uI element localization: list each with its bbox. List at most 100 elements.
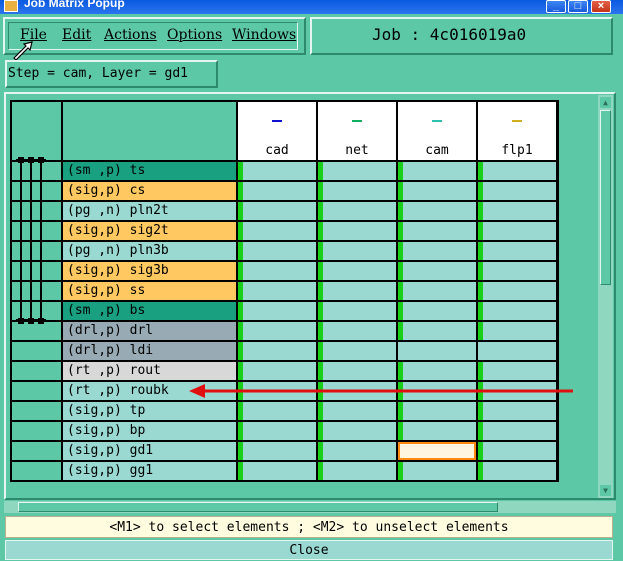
matrix-cell[interactable] <box>478 322 556 340</box>
layer-exists-mark <box>478 202 483 220</box>
window-close-button[interactable]: × <box>591 0 611 13</box>
matrix-cell[interactable] <box>238 362 316 380</box>
maximize-button[interactable]: □ <box>568 0 588 13</box>
matrix-cell[interactable] <box>398 302 476 320</box>
status-hint: <M1> to select elements ; <M2> to unsele… <box>5 516 613 538</box>
matrix-cell[interactable] <box>318 242 396 260</box>
layer-exists-mark <box>318 202 323 220</box>
menu-windows[interactable]: Windows <box>232 27 296 43</box>
row-tree-cell <box>12 442 61 460</box>
layer-exists-mark <box>398 422 403 440</box>
matrix-cell[interactable] <box>318 262 396 280</box>
matrix-cell[interactable] <box>478 202 556 220</box>
matrix-cell[interactable] <box>238 302 316 320</box>
matrix-cell[interactable] <box>318 282 396 300</box>
matrix-cell[interactable] <box>398 262 476 280</box>
matrix-cell[interactable] <box>238 202 316 220</box>
scroll-up-icon[interactable]: ▲ <box>600 97 611 108</box>
matrix-cell[interactable] <box>318 462 396 480</box>
matrix-cell[interactable] <box>398 462 476 480</box>
layer-row-label[interactable]: (sig,p) cs <box>63 182 236 200</box>
matrix-cell[interactable] <box>238 222 316 240</box>
menu-edit[interactable]: Edit <box>62 27 91 43</box>
matrix-cell[interactable] <box>238 342 316 360</box>
scroll-down-icon[interactable]: ▼ <box>600 485 611 496</box>
matrix-cell[interactable] <box>478 262 556 280</box>
matrix-cell[interactable] <box>318 422 396 440</box>
matrix-cell[interactable] <box>318 222 396 240</box>
matrix-cell[interactable] <box>478 302 556 320</box>
matrix-cell[interactable] <box>478 162 556 180</box>
matrix-cell[interactable] <box>238 402 316 420</box>
matrix-cell[interactable] <box>238 462 316 480</box>
layer-exists-mark <box>318 442 323 460</box>
matrix-cell[interactable] <box>478 222 556 240</box>
row-tree-cell <box>12 422 61 440</box>
matrix-cell[interactable] <box>318 322 396 340</box>
layer-exists-mark <box>318 322 323 340</box>
matrix-cell[interactable] <box>238 182 316 200</box>
layer-row-label[interactable]: (sm ,p) bs <box>63 302 236 320</box>
layer-row-label[interactable]: (sig,p) sig3b <box>63 262 236 280</box>
matrix-cell[interactable] <box>238 442 316 460</box>
step-color-swatch <box>512 120 522 122</box>
layer-exists-mark <box>318 162 323 180</box>
layer-row-label[interactable]: (sig,p) gg1 <box>63 462 236 480</box>
layer-row-label[interactable]: (pg ,n) pln2t <box>63 202 236 220</box>
matrix-cell[interactable] <box>318 302 396 320</box>
matrix-cell[interactable] <box>318 442 396 460</box>
matrix-cell[interactable] <box>478 282 556 300</box>
matrix-cell[interactable] <box>478 342 556 360</box>
matrix-cell[interactable] <box>398 322 476 340</box>
selected-matrix-cell[interactable] <box>398 442 476 460</box>
layer-row-label[interactable]: (drl,p) drl <box>63 322 236 340</box>
matrix-cell[interactable] <box>478 242 556 260</box>
layer-row-label[interactable]: (drl,p) ldi <box>63 342 236 360</box>
layer-row-label[interactable]: (sig,p) bp <box>63 422 236 440</box>
matrix-cell[interactable] <box>318 202 396 220</box>
layer-row-label[interactable]: (sm ,p) ts <box>63 162 236 180</box>
layer-exists-mark <box>238 362 243 380</box>
matrix-cell[interactable] <box>398 202 476 220</box>
matrix-cell[interactable] <box>398 182 476 200</box>
horizontal-scroll-thumb[interactable] <box>18 502 498 512</box>
matrix-cell[interactable] <box>238 262 316 280</box>
minimize-button[interactable]: _ <box>546 0 566 13</box>
matrix-cell[interactable] <box>318 342 396 360</box>
matrix-cell[interactable] <box>238 162 316 180</box>
matrix-cell[interactable] <box>238 422 316 440</box>
matrix-cell[interactable] <box>318 182 396 200</box>
matrix-cell[interactable] <box>398 402 476 420</box>
matrix-cell[interactable] <box>478 462 556 480</box>
matrix-cell[interactable] <box>478 362 556 380</box>
matrix-cell[interactable] <box>398 162 476 180</box>
matrix-cell[interactable] <box>398 422 476 440</box>
matrix-cell[interactable] <box>478 422 556 440</box>
layer-exists-mark <box>398 242 403 260</box>
layer-row-label[interactable]: (sig,p) tp <box>63 402 236 420</box>
menu-actions[interactable]: Actions <box>104 27 157 43</box>
layer-row-label[interactable]: (rt ,p) rout <box>63 362 236 380</box>
vertical-scroll-thumb[interactable] <box>600 110 611 285</box>
matrix-cell[interactable] <box>318 362 396 380</box>
matrix-cell[interactable] <box>478 402 556 420</box>
matrix-cell[interactable] <box>478 442 556 460</box>
layer-exists-mark <box>318 362 323 380</box>
matrix-cell[interactable] <box>238 322 316 340</box>
layer-row-label[interactable]: (pg ,n) pln3b <box>63 242 236 260</box>
matrix-cell[interactable] <box>238 282 316 300</box>
matrix-cell[interactable] <box>238 242 316 260</box>
matrix-cell[interactable] <box>398 222 476 240</box>
layer-row-label[interactable]: (sig,p) ss <box>63 282 236 300</box>
matrix-cell[interactable] <box>478 182 556 200</box>
matrix-cell[interactable] <box>318 162 396 180</box>
close-button[interactable]: Close <box>5 540 613 560</box>
layer-row-label[interactable]: (sig,p) gd1 <box>63 442 236 460</box>
layer-row-label[interactable]: (sig,p) sig2t <box>63 222 236 240</box>
matrix-cell[interactable] <box>398 242 476 260</box>
menu-options[interactable]: Options <box>167 27 222 43</box>
matrix-cell[interactable] <box>398 342 476 360</box>
matrix-cell[interactable] <box>398 362 476 380</box>
matrix-cell[interactable] <box>398 282 476 300</box>
matrix-cell[interactable] <box>318 402 396 420</box>
